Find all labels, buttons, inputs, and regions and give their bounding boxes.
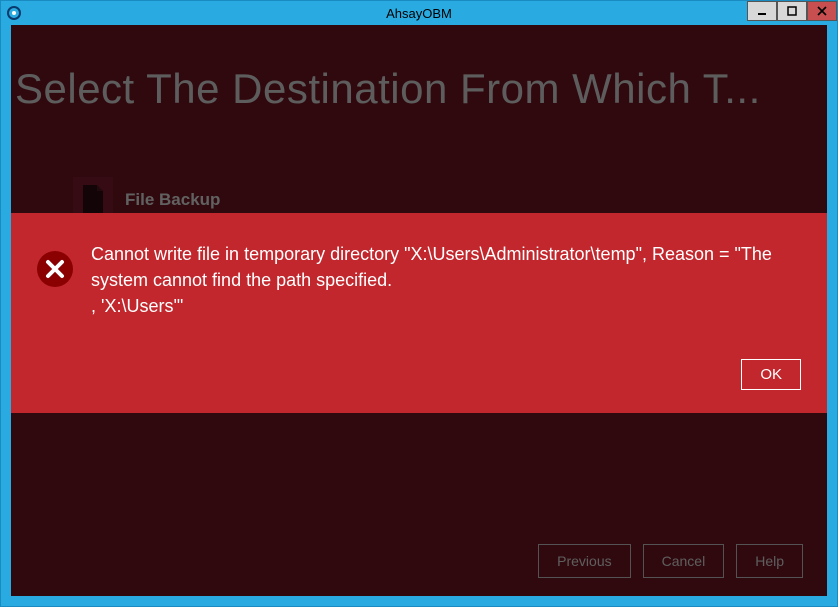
close-button[interactable] (807, 1, 837, 21)
minimize-button[interactable] (747, 1, 777, 21)
titlebar: AhsayOBM (1, 1, 837, 25)
content-area: Select The Destination From Which T... F… (11, 25, 827, 596)
app-icon (5, 4, 23, 22)
error-message: Cannot write file in temporary directory… (91, 241, 801, 319)
error-icon (37, 251, 73, 287)
error-message-line2: , 'X:\Users'" (91, 293, 801, 319)
app-window: AhsayOBM Select The Destination From Whi… (0, 0, 838, 607)
error-dialog: Cannot write file in temporary directory… (11, 213, 827, 413)
maximize-button[interactable] (777, 1, 807, 21)
window-title: AhsayOBM (1, 6, 837, 21)
window-controls (747, 1, 837, 21)
error-message-line1: Cannot write file in temporary directory… (91, 244, 772, 290)
ok-button[interactable]: OK (741, 359, 801, 390)
